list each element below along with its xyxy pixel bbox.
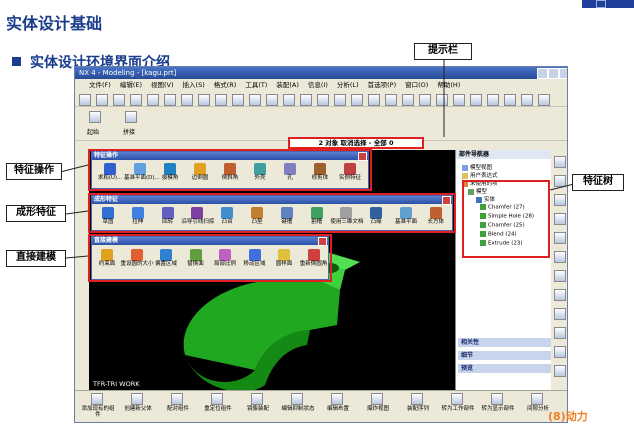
callout-form-features: 成形特征 <box>6 205 66 222</box>
callout-feature-ops: 特征操作 <box>6 163 62 180</box>
footer-logo: (8)动力 <box>548 410 588 423</box>
callout-prompt-bar: 提示栏 <box>414 43 472 60</box>
callout-connectors <box>59 60 579 259</box>
callout-direct-modeling: 直接建模 <box>6 250 66 267</box>
callout-feature-tree: 特征树 <box>572 174 624 191</box>
